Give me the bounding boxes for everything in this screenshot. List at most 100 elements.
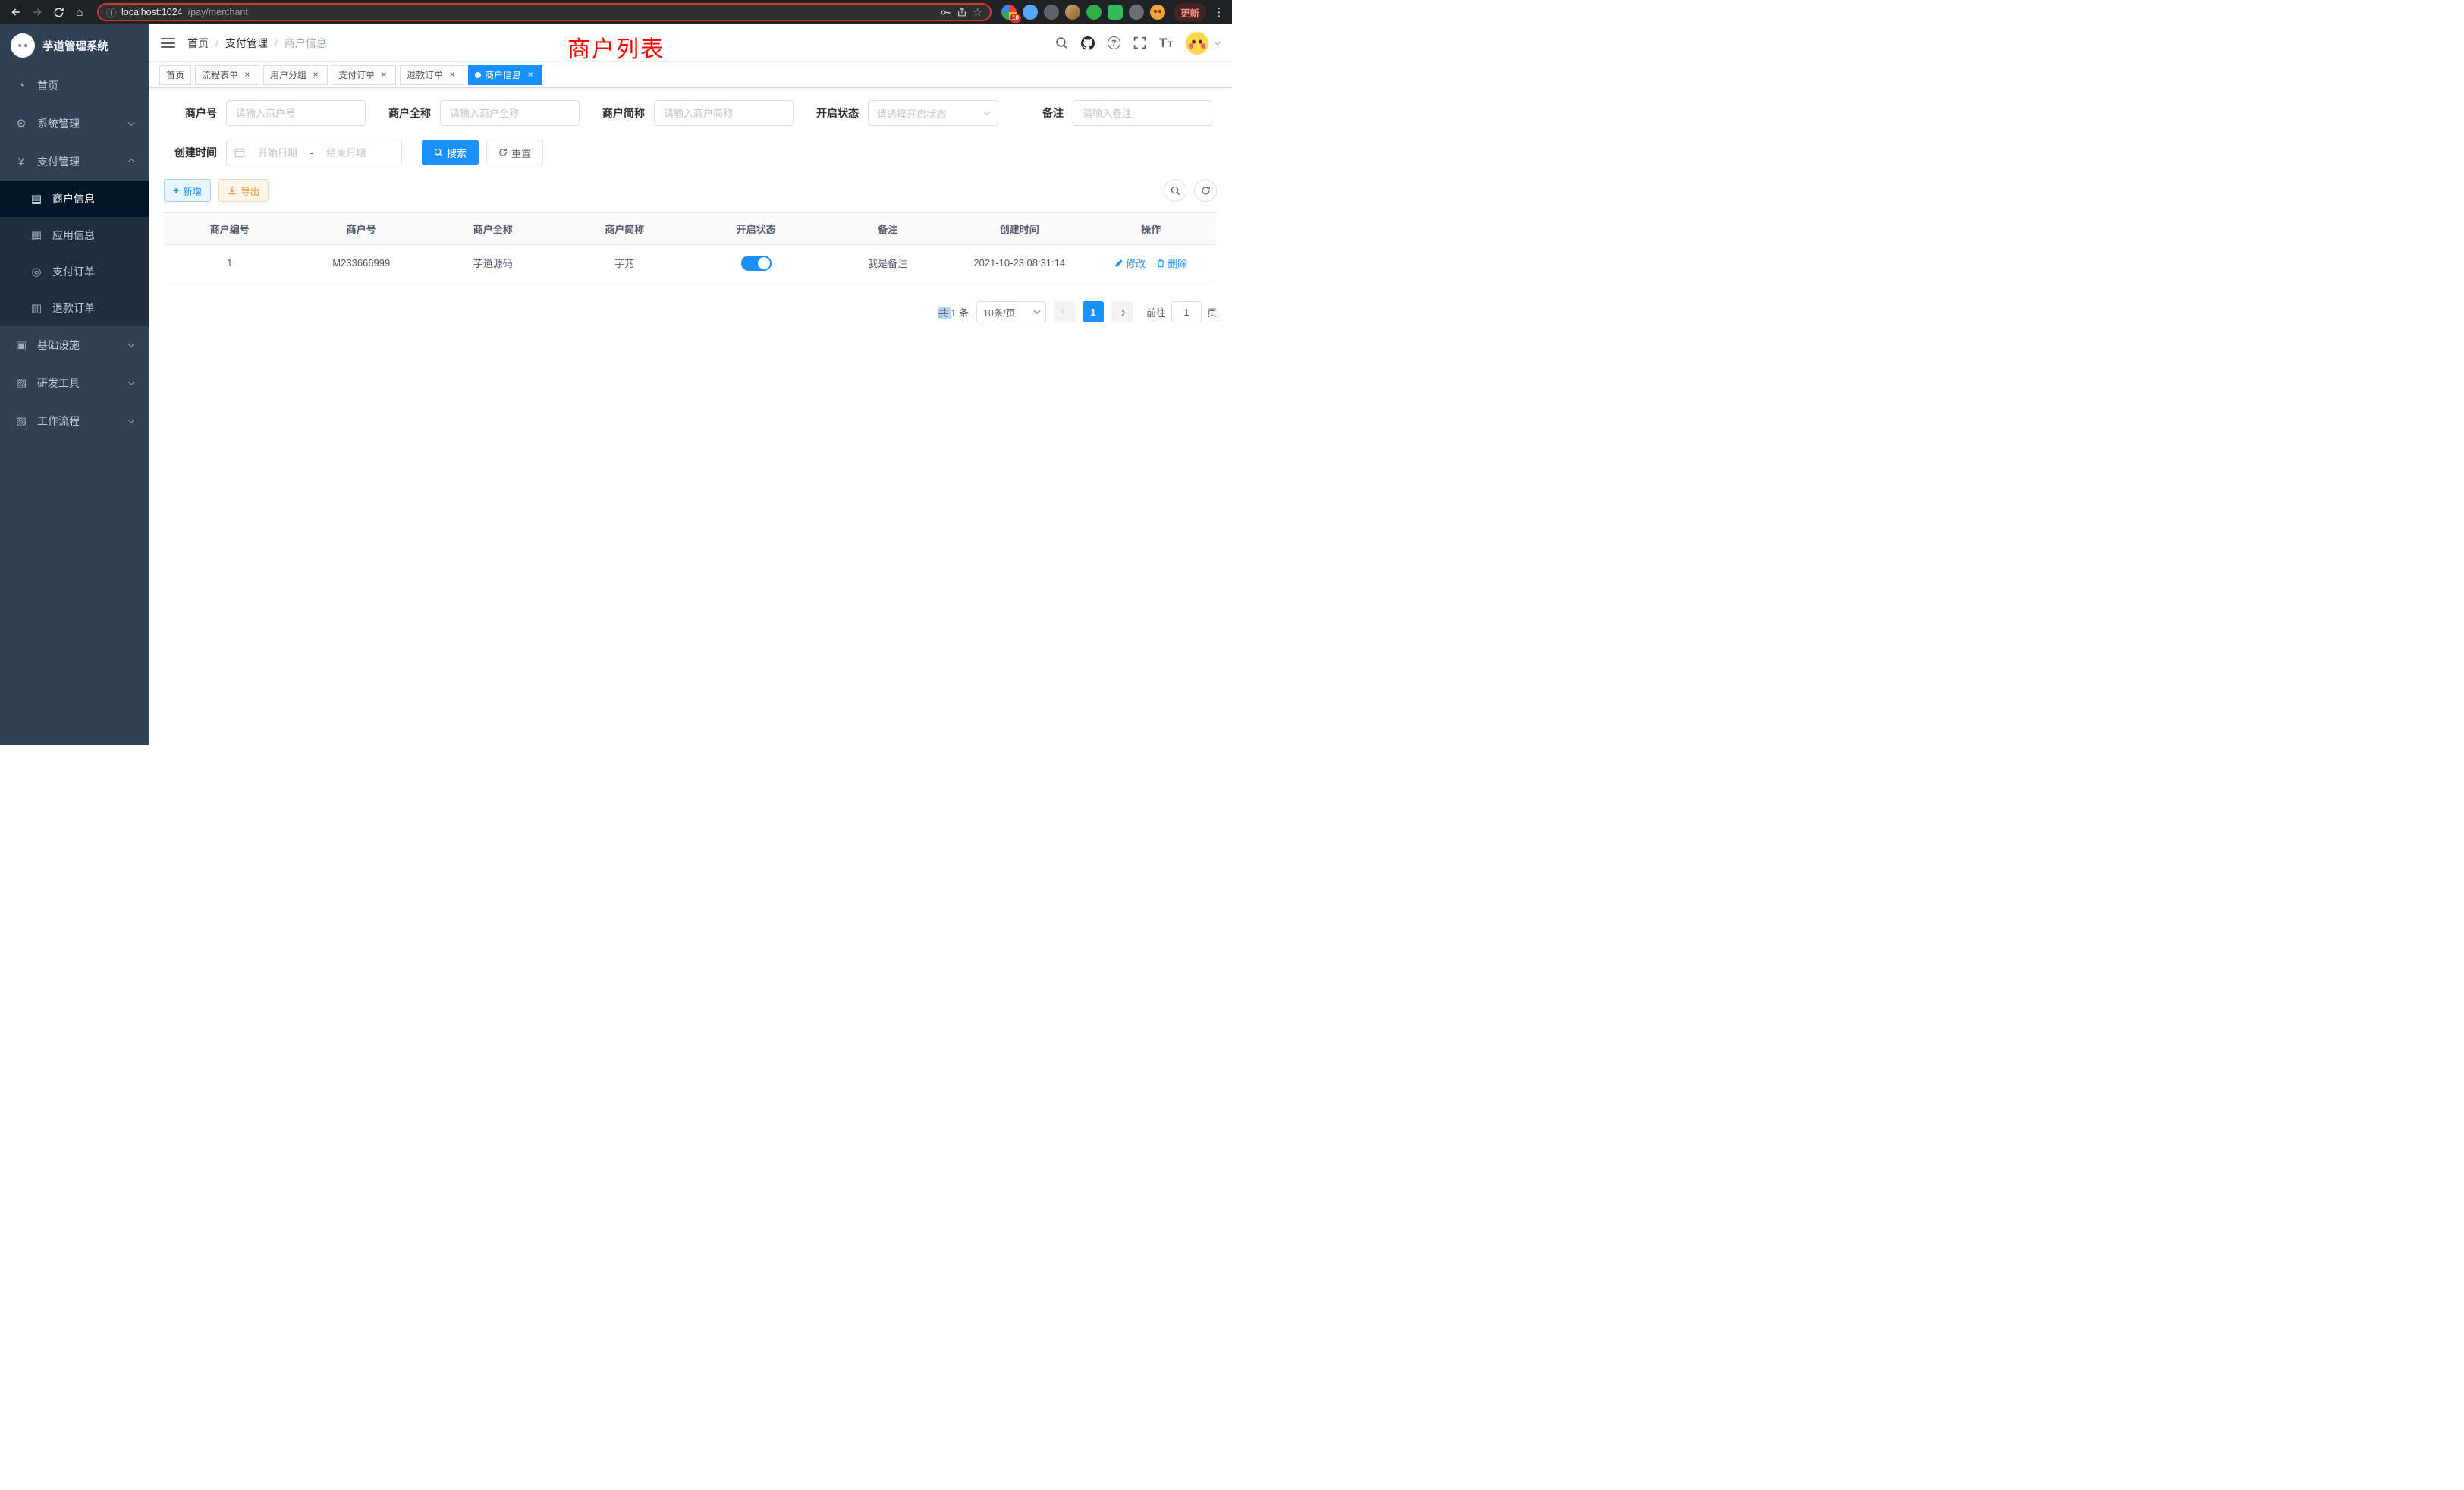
extension-icon-avatar[interactable] [1065, 5, 1080, 20]
prev-page-button[interactable] [1054, 301, 1075, 322]
remark-label: 备注 [1010, 105, 1073, 121]
cell-id: 1 [164, 245, 296, 281]
extension-icon-green[interactable] [1086, 5, 1102, 20]
search-button[interactable]: 搜索 [422, 140, 479, 165]
sidebar-item-workflow[interactable]: ▧ 工作流程 [0, 402, 149, 440]
merchant-name-label: 商户全称 [378, 105, 440, 121]
remark-field: 备注 [1010, 100, 1212, 126]
fullscreen-icon[interactable] [1133, 36, 1146, 49]
extensions-menu-icon[interactable]: 10 [1001, 5, 1017, 20]
export-button[interactable]: 导出 [218, 179, 269, 202]
date-range-picker[interactable]: - [226, 140, 402, 165]
tab-refund-order[interactable]: 退款订单× [400, 65, 464, 85]
delete-link[interactable]: 删除 [1156, 256, 1187, 270]
logo[interactable]: 芋道管理系统 [0, 24, 149, 67]
bookmark-star-icon[interactable]: ☆ [973, 6, 982, 19]
search-icon [1171, 186, 1180, 196]
breadcrumb-home[interactable]: 首页 [187, 36, 209, 51]
page-1-button[interactable]: 1 [1083, 301, 1104, 322]
page-content: 商户号 商户全称 商户简称 开启状态 请选择开启状态 [149, 88, 1232, 745]
cell-full-name: 芋道源码 [427, 245, 559, 281]
edit-link[interactable]: 修改 [1114, 256, 1146, 270]
sidebar-item-devtools[interactable]: ▨ 研发工具 [0, 364, 149, 402]
status-field: 开启状态 请选择开启状态 [806, 100, 998, 126]
tab-home[interactable]: 首页 [159, 65, 191, 85]
sidebar-item-infra[interactable]: ▣ 基础设施 [0, 326, 149, 364]
site-info-icon[interactable]: ⓘ [106, 5, 116, 20]
plus-icon: + [173, 185, 179, 196]
monitor-icon: ▣ [12, 338, 30, 352]
refresh-icon [498, 148, 508, 157]
column-header: 商户号 [296, 213, 428, 245]
chevron-right-icon [1119, 310, 1125, 316]
close-icon[interactable]: × [242, 70, 253, 80]
address-bar[interactable]: ⓘ localhost:1024/pay/merchant ☆ [97, 3, 992, 21]
home-button[interactable]: ⌂ [70, 2, 90, 22]
tab-process-form[interactable]: 流程表单× [195, 65, 259, 85]
extension-icon-dark[interactable] [1044, 5, 1059, 20]
status-label: 开启状态 [806, 105, 868, 121]
close-icon[interactable]: × [379, 70, 389, 80]
reset-button[interactable]: 重置 [486, 140, 543, 165]
refresh-icon [1201, 186, 1211, 196]
pagination: 共 1 条 10条/页 1 前往 页 [164, 301, 1217, 322]
sidebar-item-home[interactable]: ◔ 首页 [0, 67, 149, 105]
back-button[interactable] [6, 2, 26, 22]
font-size-icon[interactable]: TT [1159, 36, 1173, 51]
close-icon[interactable]: × [447, 70, 457, 80]
main-area: 商户列表 首页 / 支付管理 / 商户信息 ? [149, 24, 1232, 745]
home-icon: ⌂ [76, 6, 83, 19]
hamburger-icon[interactable] [161, 38, 175, 48]
tab-user-group[interactable]: 用户分组× [263, 65, 328, 85]
merchant-no-field: 商户号 [164, 100, 366, 126]
show-search-button[interactable] [1164, 179, 1186, 202]
status-toggle[interactable] [741, 256, 772, 271]
tab-merchant-info[interactable]: 商户信息× [468, 65, 542, 85]
help-icon[interactable]: ? [1108, 36, 1120, 49]
sidebar-item-merchant-info[interactable]: ▤ 商户信息 [0, 181, 149, 217]
sidebar-item-app-info[interactable]: ▦ 应用信息 [0, 217, 149, 253]
refresh-table-button[interactable] [1194, 179, 1217, 202]
reload-button[interactable] [49, 2, 68, 22]
user-avatar[interactable] [1186, 32, 1208, 55]
extension-puzzle-icon[interactable] [1129, 5, 1144, 20]
password-key-icon[interactable] [940, 7, 951, 18]
cell-actions: 修改 删除 [1086, 245, 1218, 281]
merchant-name-input[interactable] [440, 100, 580, 126]
merchant-short-input[interactable] [654, 100, 794, 126]
merchant-no-input[interactable] [226, 100, 366, 126]
close-icon[interactable]: × [310, 70, 321, 80]
extension-icon-drop[interactable] [1023, 5, 1038, 20]
extension-icon-emoji[interactable] [1150, 5, 1165, 20]
sidebar: 芋道管理系统 ◔ 首页 ⚙ 系统管理 ¥ 支付管理 ▤ 商户信息 ▦ 应用信息 [0, 24, 149, 745]
page-size-select[interactable]: 10条/页 [976, 301, 1046, 322]
sidebar-item-system[interactable]: ⚙ 系统管理 [0, 105, 149, 143]
sidebar-item-payment[interactable]: ¥ 支付管理 [0, 143, 149, 181]
breadcrumb-payment[interactable]: 支付管理 [225, 36, 268, 51]
payment-submenu: ▤ 商户信息 ▦ 应用信息 ◎ 支付订单 ▥ 退款订单 [0, 181, 149, 326]
end-date-input[interactable] [319, 147, 373, 159]
search-icon[interactable] [1055, 36, 1068, 49]
add-button[interactable]: + 新增 [164, 179, 211, 202]
share-icon[interactable] [957, 7, 967, 17]
forward-button[interactable] [27, 2, 47, 22]
status-select[interactable]: 请选择开启状态 [868, 100, 998, 126]
avatar-caret-icon[interactable] [1215, 39, 1221, 45]
sidebar-item-pay-order[interactable]: ◎ 支付订单 [0, 253, 149, 290]
goto-page-input[interactable] [1171, 301, 1202, 322]
tab-pay-order[interactable]: 支付订单× [332, 65, 396, 85]
chevron-down-icon [1034, 307, 1040, 313]
browser-menu-icon[interactable]: ⋮ [1212, 5, 1226, 19]
extension-icon-green-square[interactable] [1108, 5, 1123, 20]
column-header: 创建时间 [954, 213, 1086, 245]
start-date-input[interactable] [250, 147, 305, 159]
reload-icon [53, 7, 64, 18]
browser-chrome: ⌂ ⓘ localhost:1024/pay/merchant ☆ 10 更新 … [0, 0, 1232, 24]
github-icon[interactable] [1081, 36, 1095, 50]
browser-update-button[interactable]: 更新 [1174, 3, 1206, 22]
close-icon[interactable]: × [525, 70, 536, 80]
remark-input[interactable] [1073, 100, 1212, 126]
next-page-button[interactable] [1111, 301, 1133, 322]
selected-text: 共 [938, 307, 951, 319]
sidebar-item-refund-order[interactable]: ▥ 退款订单 [0, 290, 149, 326]
